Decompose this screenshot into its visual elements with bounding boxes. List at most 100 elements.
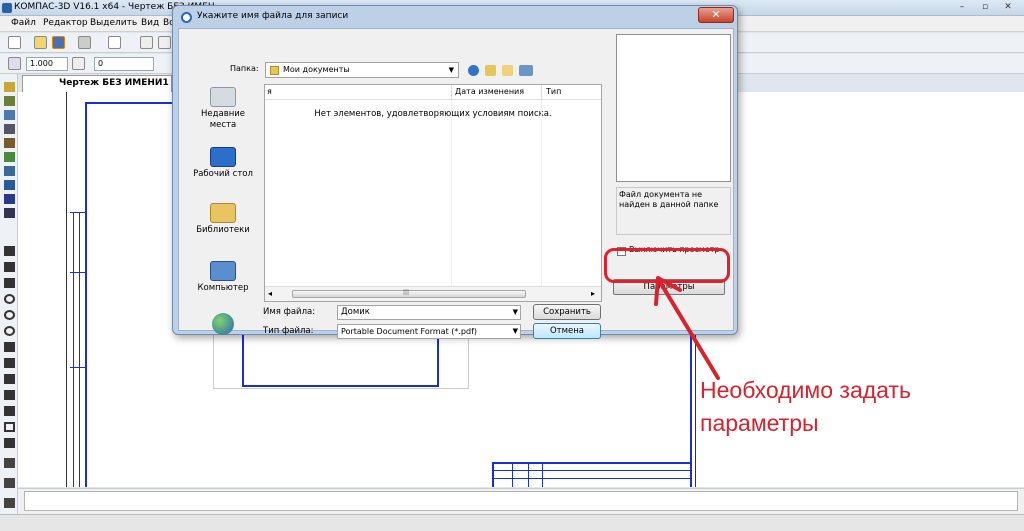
file-list[interactable]: я Дата изменения Тип Нет элементов, удов…	[264, 84, 602, 302]
cancel-button[interactable]: Отмена	[533, 323, 601, 339]
document-tab[interactable]: Чертеж БЕЗ ИМЕНИ1	[22, 75, 172, 92]
preview-pane	[616, 34, 731, 182]
column-separator	[541, 85, 542, 100]
restore-button[interactable]: ▫	[973, 1, 997, 14]
dialog-title: Укажите имя файла для записи	[197, 11, 349, 21]
title-block-line	[492, 470, 692, 471]
measure-tool-icon[interactable]	[4, 152, 15, 162]
step-input[interactable]: 0	[94, 57, 154, 71]
new-file-icon[interactable]	[8, 36, 21, 49]
dialog-app-icon	[181, 12, 192, 23]
filetype-select[interactable]: Portable Document Format (*.pdf) ▼	[337, 324, 521, 339]
close-app-button[interactable]: ✕	[996, 1, 1020, 14]
circle-tool-icon[interactable]	[4, 294, 15, 304]
place-computer[interactable]: Компьютер	[187, 261, 259, 294]
point-tool-icon[interactable]	[4, 246, 15, 256]
select-tool-icon[interactable]	[4, 166, 15, 176]
arc-tool-icon[interactable]	[4, 310, 15, 320]
menu-editor[interactable]: Редактор	[43, 18, 88, 28]
minimize-button[interactable]: –	[950, 1, 974, 14]
file-list-header: я Дата изменения Тип	[265, 85, 601, 100]
place-recent-label: Недавние места	[200, 109, 246, 130]
scale-input[interactable]: 1.000	[26, 57, 68, 71]
column-type[interactable]: Тип	[546, 87, 561, 96]
desktop-icon	[210, 147, 236, 167]
scale-icon[interactable]	[8, 57, 21, 70]
column-date[interactable]: Дата изменения	[455, 87, 524, 96]
annotation-text: Необходимо задать параметры	[700, 374, 911, 440]
spline-tool-icon[interactable]	[4, 342, 15, 352]
column-name[interactable]: я	[267, 87, 272, 96]
filename-input[interactable]: Домик ▼	[337, 305, 521, 320]
compact-panel	[0, 74, 18, 514]
save-file-icon[interactable]	[52, 36, 65, 49]
place-libraries-label: Библиотеки	[196, 225, 250, 235]
title-block-line	[528, 462, 529, 487]
side-stamp-line	[73, 212, 74, 487]
view-menu-icon[interactable]	[519, 65, 533, 76]
segment-tool-icon[interactable]	[4, 278, 15, 288]
ellipse-tool-icon[interactable]	[4, 326, 15, 336]
annotation-arrow	[654, 276, 720, 380]
line-tool-icon[interactable]	[4, 262, 15, 272]
insert-tool-icon[interactable]	[4, 208, 15, 218]
edit-tool-icon[interactable]	[4, 124, 15, 134]
place-libraries[interactable]: Библиотеки	[187, 203, 259, 236]
report-tool-icon[interactable]	[4, 194, 15, 204]
curve-tool-icon[interactable]	[4, 374, 15, 384]
dialog-close-button[interactable]: ✕	[698, 7, 734, 23]
parametrization-tool-icon[interactable]	[4, 138, 15, 148]
back-icon[interactable]	[468, 65, 479, 76]
preview-message: Файл документа не найден в данной папке	[616, 187, 731, 235]
title-block-top	[492, 462, 692, 464]
polygon-tool-icon[interactable]	[4, 438, 15, 448]
rectangle-tool-icon[interactable]	[4, 422, 15, 432]
chevron-down-icon[interactable]: ▼	[513, 306, 518, 319]
scroll-thumb[interactable]: |||	[292, 289, 526, 298]
column-guide	[541, 100, 542, 286]
place-network[interactable]	[187, 313, 259, 337]
bottom-bar	[0, 514, 1024, 531]
folder-icon	[270, 66, 279, 75]
menu-file[interactable]: Файл	[11, 18, 36, 28]
column-guide	[451, 100, 452, 286]
scroll-grip-icon: |||	[403, 289, 410, 296]
designation-tool-icon[interactable]	[4, 110, 15, 120]
preview-icon[interactable]	[108, 36, 121, 49]
up-folder-icon[interactable]	[485, 65, 496, 76]
geometry-tool-icon[interactable]	[4, 82, 15, 92]
outline-tool-icon[interactable]	[4, 498, 15, 508]
chamfer-tool-icon[interactable]	[4, 390, 15, 400]
folder-value: Мои документы	[283, 65, 350, 74]
cut-icon[interactable]	[140, 36, 153, 49]
equidistant-tool-icon[interactable]	[4, 478, 15, 488]
layer-icon[interactable]	[72, 57, 85, 70]
filetype-value: Portable Document Format (*.pdf)	[341, 327, 478, 336]
scroll-right-icon[interactable]: ▸	[591, 289, 595, 298]
folder-select[interactable]: Мои документы ▼	[265, 62, 459, 78]
computer-icon	[210, 261, 236, 281]
place-computer-label: Компьютер	[197, 283, 249, 293]
menu-view[interactable]: Вид	[141, 18, 159, 28]
fillet-tool-icon[interactable]	[4, 406, 15, 416]
horizontal-scrollbar[interactable]: ◂ ||| ▸	[265, 286, 601, 301]
place-desktop-label: Рабочий стол	[193, 169, 253, 179]
save-button[interactable]: Сохранить	[533, 304, 601, 320]
network-icon	[212, 313, 234, 335]
copy-icon[interactable]	[158, 36, 171, 49]
dimension-tool-icon[interactable]	[4, 96, 15, 106]
place-desktop[interactable]: Рабочий стол	[187, 147, 259, 180]
chevron-down-icon[interactable]: ▼	[513, 325, 518, 338]
column-separator	[451, 85, 452, 100]
hatch-tool-icon[interactable]	[4, 458, 15, 468]
filename-label: Имя файла:	[263, 307, 316, 317]
empty-list-message: Нет элементов, удовлетворяющих условиям …	[314, 109, 552, 119]
print-icon[interactable]	[78, 36, 91, 49]
scroll-left-icon[interactable]: ◂	[268, 289, 272, 298]
spec-tool-icon[interactable]	[4, 180, 15, 190]
new-folder-icon[interactable]	[502, 65, 513, 76]
place-recent[interactable]: Недавние места	[187, 87, 259, 131]
polyline-tool-icon[interactable]	[4, 358, 15, 368]
menu-select[interactable]: Выделить	[90, 18, 137, 28]
open-file-icon[interactable]	[34, 36, 47, 49]
